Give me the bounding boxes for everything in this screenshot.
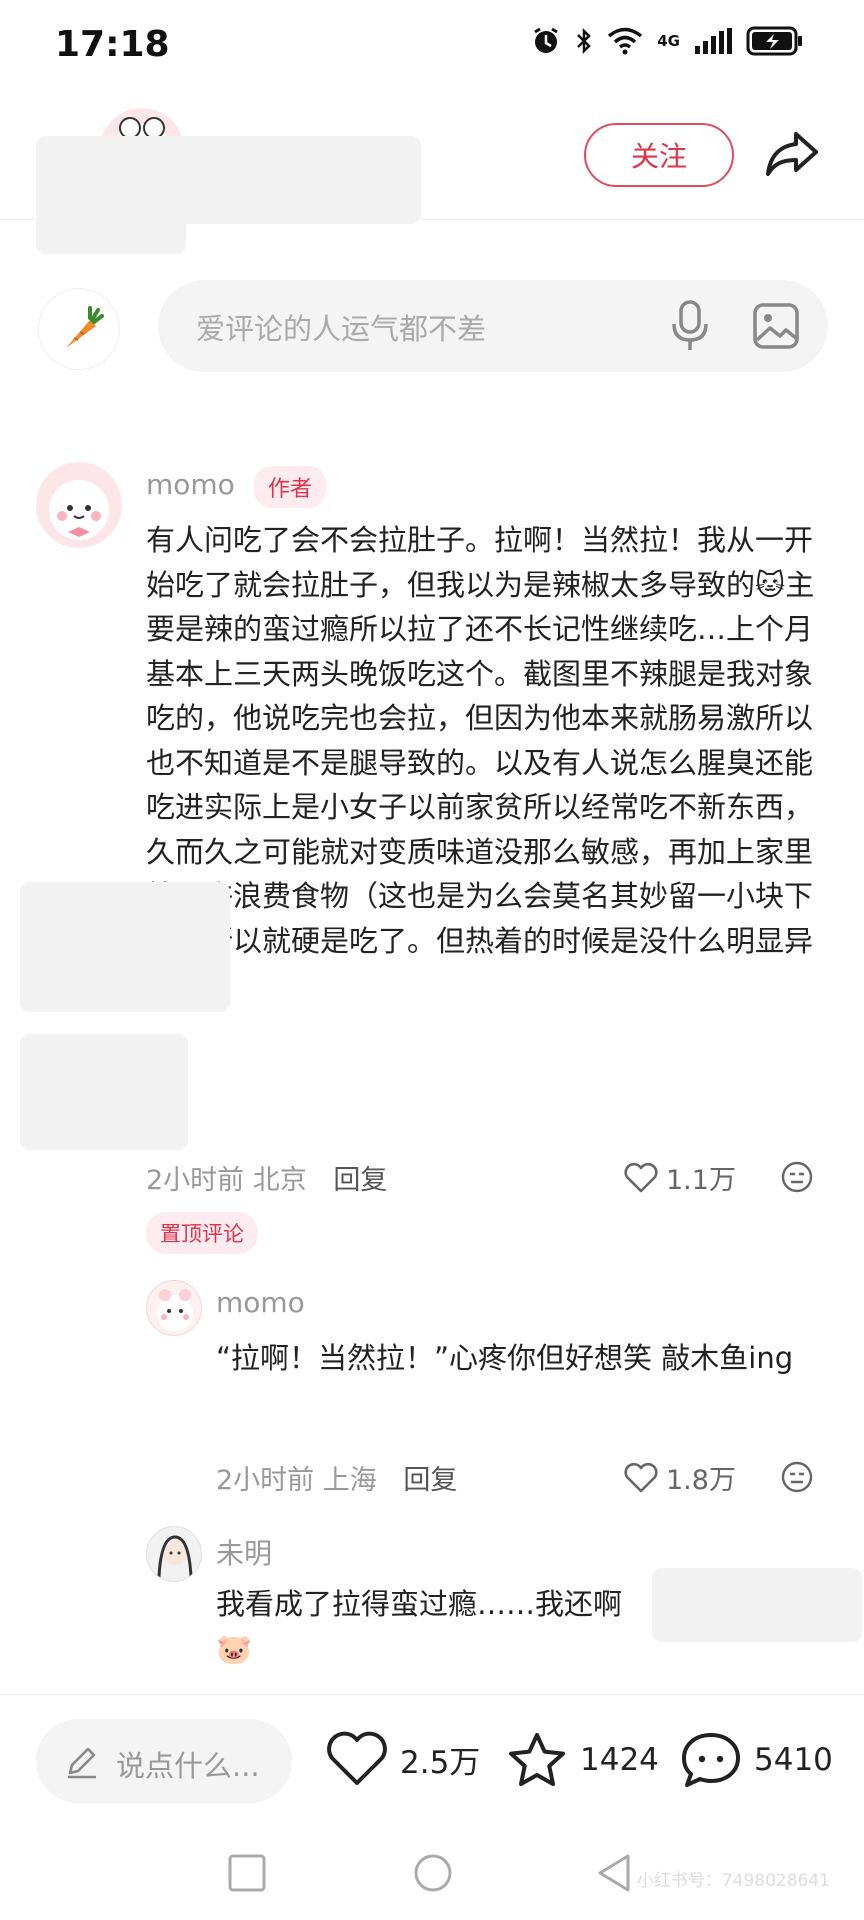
- comment-input-row: 爱评论的人运气都不差: [0, 280, 864, 380]
- share-icon[interactable]: [764, 126, 820, 182]
- bottom-action-bar: 说点什么... 2.5万 1424 5410: [0, 1694, 864, 1826]
- pencil-icon: [68, 1747, 96, 1779]
- reply-item: 未明 我看成了拉得蛮过瘾……我还啊🐷: [0, 1526, 864, 1686]
- chat-bubble-icon: [682, 1733, 740, 1787]
- comment-count: 5410: [754, 1742, 833, 1778]
- comment-text[interactable]: 有人问吃了会不会拉肚子。拉啊！当然拉！我从一开始吃了就会拉肚子，但我以为是辣椒太…: [146, 518, 826, 1008]
- comment-button[interactable]: 5410: [680, 1731, 833, 1789]
- comment-item: momo 作者 有人问吃了会不会拉肚子。拉啊！当然拉！我从一开始吃了就会拉肚子，…: [0, 462, 864, 1262]
- redacted-text-2: [20, 1034, 188, 1150]
- bluetooth-icon: [577, 27, 592, 55]
- home-icon[interactable]: [412, 1852, 454, 1894]
- comment-input[interactable]: 爱评论的人运气都不差: [158, 280, 828, 372]
- like-button[interactable]: 2.5万: [326, 1731, 480, 1787]
- like-count: 1.8万: [666, 1465, 736, 1496]
- status-bar: 17:18 4G: [0, 0, 864, 90]
- network-label: 4G: [657, 32, 680, 50]
- author-badge: 作者: [254, 466, 327, 508]
- comment-time: 2小时前: [216, 1465, 315, 1496]
- comment-location: 上海: [322, 1465, 377, 1496]
- reply-button[interactable]: 回复: [333, 1165, 387, 1196]
- status-time: 17:18: [55, 24, 170, 65]
- watermark: 小红书号：7498028641: [636, 1871, 830, 1891]
- like-count: 2.5万: [400, 1744, 481, 1781]
- carrot-icon: [66, 306, 104, 348]
- like-count: 1.1万: [666, 1165, 736, 1196]
- my-avatar: [38, 288, 120, 370]
- emoji-reaction-icon[interactable]: [780, 1460, 814, 1494]
- commenter-name[interactable]: momo: [216, 1286, 305, 1319]
- comment-like[interactable]: 1.1万: [624, 1158, 736, 1197]
- redacted-author-info: [36, 136, 421, 224]
- status-icons: 4G: [531, 26, 804, 56]
- reply-button[interactable]: 回复: [403, 1465, 457, 1496]
- comment-text[interactable]: 我看成了拉得蛮过瘾……我还啊🐷: [216, 1582, 646, 1671]
- alarm-icon: [534, 27, 559, 53]
- image-icon[interactable]: [752, 302, 800, 350]
- say-something-input[interactable]: 说点什么...: [36, 1719, 292, 1803]
- star-icon: [509, 1733, 565, 1786]
- heart-icon: [327, 1731, 387, 1785]
- comment-text[interactable]: “拉啊！当然拉！”心疼你但好想笑 敲木鱼ing: [216, 1336, 826, 1381]
- pinned-badge: 置顶评论: [146, 1212, 258, 1254]
- commenter-name[interactable]: momo: [146, 468, 235, 501]
- favorite-button[interactable]: 1424: [506, 1731, 659, 1789]
- commenter-name[interactable]: 未明: [216, 1532, 272, 1572]
- comment-time: 2小时前: [146, 1165, 245, 1196]
- commenter-avatar[interactable]: [36, 462, 122, 548]
- redacted-author-info-2: [36, 220, 186, 254]
- post-header: 关注: [0, 90, 864, 254]
- comment-like[interactable]: 1.8万: [624, 1458, 736, 1497]
- system-nav-bar: 小红书号：7498028641: [0, 1826, 864, 1920]
- battery-charging-icon: [746, 26, 802, 56]
- comment-meta: 2小时前 上海 回复: [216, 1458, 457, 1497]
- commenter-avatar[interactable]: [146, 1526, 202, 1582]
- commenter-avatar[interactable]: [146, 1280, 202, 1336]
- comment-meta: 2小时前 北京 回复: [146, 1158, 387, 1197]
- say-placeholder: 说点什么...: [116, 1749, 260, 1783]
- comment-placeholder: 爱评论的人运气都不差: [196, 312, 487, 346]
- microphone-icon[interactable]: [670, 300, 710, 352]
- redacted-text: [20, 882, 230, 1012]
- reply-item: momo “拉啊！当然拉！”心疼你但好想笑 敲木鱼ing 2小时前 上海 回复 …: [0, 1280, 864, 1496]
- heart-icon: [624, 1462, 658, 1492]
- wifi-icon: [608, 27, 643, 55]
- comment-location: 北京: [252, 1165, 307, 1196]
- favorite-count: 1424: [580, 1742, 659, 1778]
- follow-button[interactable]: 关注: [584, 123, 734, 187]
- back-icon[interactable]: [594, 1852, 636, 1894]
- emoji-reaction-icon[interactable]: [780, 1160, 814, 1194]
- redacted-text: [652, 1568, 862, 1642]
- heart-icon: [624, 1162, 658, 1192]
- signal-icon: [695, 28, 732, 54]
- recent-apps-icon[interactable]: [226, 1852, 268, 1894]
